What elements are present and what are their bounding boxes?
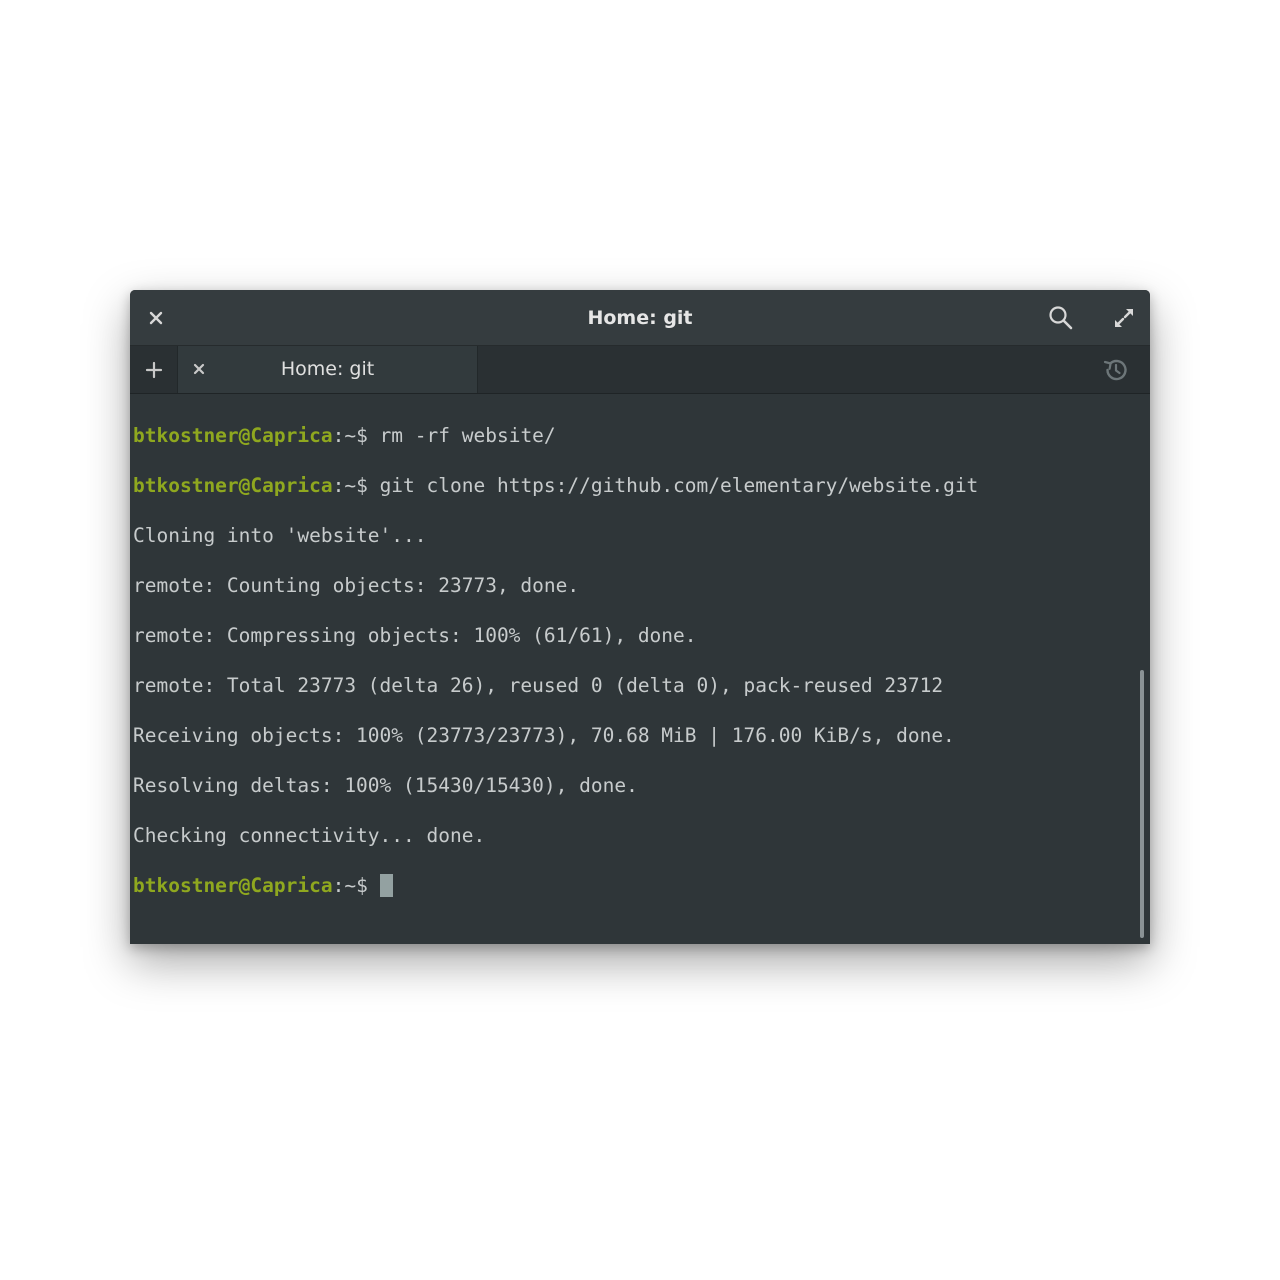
- command-text: git clone https://github.com/elementary/…: [379, 474, 979, 497]
- command-text: rm -rf website/: [379, 424, 556, 447]
- prompt-path: :~$: [332, 424, 380, 447]
- new-tab-button[interactable]: [130, 346, 178, 393]
- maximize-icon: [1115, 309, 1133, 327]
- tab-label: Home: git: [280, 358, 375, 380]
- search-icon: [1049, 306, 1073, 330]
- terminal-line: Checking connectivity... done.: [133, 824, 486, 847]
- maximize-button[interactable]: [1107, 302, 1141, 334]
- tab-home-git[interactable]: Home: git: [178, 346, 478, 393]
- prompt-user: btkostner@Caprica: [133, 424, 333, 447]
- search-button[interactable]: [1044, 302, 1078, 334]
- terminal-output[interactable]: btkostner@Caprica:~$ rm -rf website/ btk…: [130, 394, 1150, 944]
- tab-bar: Home: git: [130, 346, 1150, 394]
- titlebar: Home: git: [130, 290, 1150, 346]
- history-button[interactable]: [1100, 355, 1132, 385]
- prompt-path: :~$: [332, 474, 380, 497]
- terminal-line: btkostner@Caprica:~$ rm -rf website/: [133, 423, 1150, 448]
- terminal-line: remote: Total 23773 (delta 26), reused 0…: [133, 674, 944, 697]
- text-cursor: [379, 874, 393, 897]
- vertical-scrollbar[interactable]: [1140, 670, 1144, 938]
- tab-close-button[interactable]: [186, 356, 212, 382]
- prompt-user: btkostner@Caprica: [133, 474, 333, 497]
- terminal-line: Receiving objects: 100% (23773/23773), 7…: [133, 724, 955, 747]
- window-title: Home: git: [587, 307, 693, 329]
- terminal-line: remote: Counting objects: 23773, done.: [133, 574, 580, 597]
- terminal-line: btkostner@Caprica:~$ git clone https://g…: [133, 473, 1150, 498]
- terminal-line: Resolving deltas: 100% (15430/15430), do…: [133, 774, 638, 797]
- terminal-line: remote: Compressing objects: 100% (61/61…: [133, 624, 697, 647]
- history-icon: [1103, 359, 1127, 381]
- terminal-window: Home: git Home: git btkostner@Caprica:~$…: [130, 290, 1150, 944]
- prompt-user: btkostner@Caprica: [133, 874, 333, 897]
- prompt-path: :~$: [332, 874, 380, 897]
- terminal-line: Cloning into 'website'...: [133, 524, 427, 547]
- terminal-line: btkostner@Caprica:~$: [133, 873, 1150, 898]
- close-icon: [149, 311, 163, 325]
- plus-icon: [145, 361, 162, 378]
- close-icon: [193, 363, 205, 375]
- close-window-button[interactable]: [142, 304, 170, 332]
